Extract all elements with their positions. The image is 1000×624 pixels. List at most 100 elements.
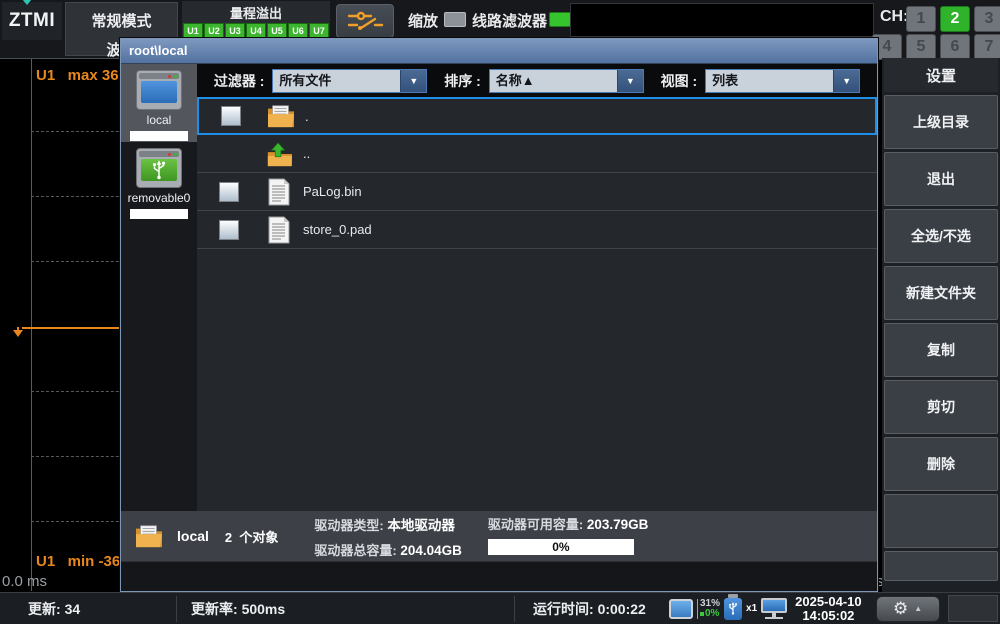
file-row[interactable]: PaLog.bin [197,173,877,211]
drive-item-local[interactable]: local [121,64,197,142]
drive-name: local [121,113,197,127]
dialog-footer [121,561,877,591]
gear-icon: ⚙ [893,600,908,617]
overflow-chip-u1: U1 [183,23,203,38]
row-checkbox[interactable] [219,220,239,240]
dialog-title: root\local [121,39,877,64]
channel-button-6[interactable]: 6 [940,34,970,60]
storage-percent-2: 0% [700,609,720,619]
filter-dropdown[interactable]: 所有文件 ▼ [272,69,427,93]
u1-min-label: U1 min -36 [36,553,120,570]
view-dropdown[interactable]: 列表 ▼ [705,69,860,93]
switch-icon [345,8,385,34]
folder-docs-icon [265,103,297,129]
filter-label: 过滤器 : [214,71,265,91]
row-checkbox[interactable] [221,106,241,126]
brand-logo: ZTMI [2,2,62,40]
drive-info-bar: local 2 个对象 驱动器类型: 本地驱动器 驱动器总容量: 204.04G… [121,511,877,561]
file-name: store_0.pad [303,222,372,237]
channel-button-1[interactable]: 1 [906,6,936,32]
drive-usage-bar [130,131,188,141]
line-filter-indicator[interactable] [549,12,571,27]
channel-button-7[interactable]: 7 [974,34,1000,60]
free-capacity-label: 驱动器可用容量: [488,517,587,532]
time-value: 14:05:02 [795,609,862,623]
file-name: . [305,109,309,124]
row-checkbox[interactable] [219,182,239,202]
overflow-chip-u3: U3 [225,23,245,38]
total-capacity-value: 204.04GB [400,543,462,558]
mode-line1: 常规模式 [66,10,177,31]
drive-item-removable0[interactable]: removable0 [121,142,197,220]
u1-max-label: U1 max 360 [36,67,127,84]
object-count: 2 个对象 [225,527,278,546]
status-bar-right-panel [948,595,998,622]
update-rate-value: 500ms [242,601,286,617]
update-value: 34 [65,601,81,617]
folder-up-icon [263,141,295,167]
view-value: 列表 [706,70,833,92]
drive-type-label: 驱动器类型: [314,518,387,533]
drive-type-value: 本地驱动器 [387,518,455,533]
exit-button[interactable]: 退出 [884,152,998,206]
file-name: PaLog.bin [303,184,362,199]
caret-up-icon: ▲ [914,604,922,613]
total-capacity-label: 驱动器总容量: [314,543,400,558]
sort-dropdown[interactable]: 名称▲ ▼ [489,69,644,93]
settings-menu-button[interactable]: ⚙ ▲ [876,596,940,622]
zoom-indicator[interactable] [444,12,466,27]
file-row-current-dir[interactable]: . [197,97,877,135]
view-label: 视图 : [661,71,698,91]
update-label: 更新: [28,601,65,617]
line-filter-label: 线路滤波器 [472,10,547,31]
usb-device-icon [724,598,742,620]
current-drive-name: local [177,528,209,544]
date-value: 2025-04-10 [795,595,862,609]
drive-list: local [121,64,197,511]
datetime: 2025-04-10 14:05:02 [795,595,862,623]
wiring-filter-button[interactable] [336,4,394,38]
zoom-label: 缩放 [408,10,438,31]
overflow-chip-u7: U7 [309,23,329,38]
overflow-chip-u4: U4 [246,23,266,38]
copy-button[interactable]: 复制 [884,323,998,377]
range-overflow-title: 量程溢出 [182,3,330,22]
file-row[interactable]: store_0.pad [197,211,877,249]
u1-trace-marker-arrow [13,330,23,337]
empty-softkey-button[interactable] [884,551,998,581]
overflow-channel-chips: U1 U2 U3 U4 U5 U6 U7 [182,23,330,38]
empty-softkey-button[interactable] [884,494,998,548]
status-icon-cluster: 31% 0% x1 2025-04-10 1 [669,595,940,623]
chevron-down-icon: ▼ [617,70,643,92]
divider [176,596,177,622]
overflow-chip-u6: U6 [288,23,308,38]
brand-logo-text: ZTMI [9,10,55,32]
channel-button-2[interactable]: 2 [940,6,970,32]
document-icon [263,216,295,244]
storage-percent-1: 31% [700,599,720,609]
runtime-label: 运行时间: [533,601,598,617]
cut-button[interactable]: 剪切 [884,380,998,434]
usb-drive-icon [136,148,182,188]
time-axis-label: 0.0 ms [2,573,47,590]
parent-dir-button[interactable]: 上级目录 [884,95,998,149]
file-row-parent-dir[interactable]: .. [197,135,877,173]
sort-value: 名称▲ [490,70,617,92]
drive-name: removable0 [121,191,197,205]
new-folder-button[interactable]: 新建文件夹 [884,266,998,320]
file-name: .. [303,146,310,161]
app-screen: U1 max 360 U1 min -36 0.0 ms s ZTMI 常规模式… [0,0,1000,624]
channel-button-3[interactable]: 3 [974,6,1000,32]
waveform-right-border [878,59,879,592]
select-all-button[interactable]: 全选/不选 [884,209,998,263]
status-bar: 更新: 34 更新率: 500ms 运行时间: 0:00:22 31% 0% [0,592,1000,624]
document-icon [263,178,295,206]
usb-count: x1 [746,603,757,614]
update-rate-label: 更新率: [191,601,242,617]
delete-button[interactable]: 删除 [884,437,998,491]
free-capacity-value: 203.79GB [587,517,649,532]
storage-icon [669,599,693,619]
folder-docs-icon [133,523,165,549]
channel-button-5[interactable]: 5 [906,34,936,60]
message-display [570,3,874,37]
